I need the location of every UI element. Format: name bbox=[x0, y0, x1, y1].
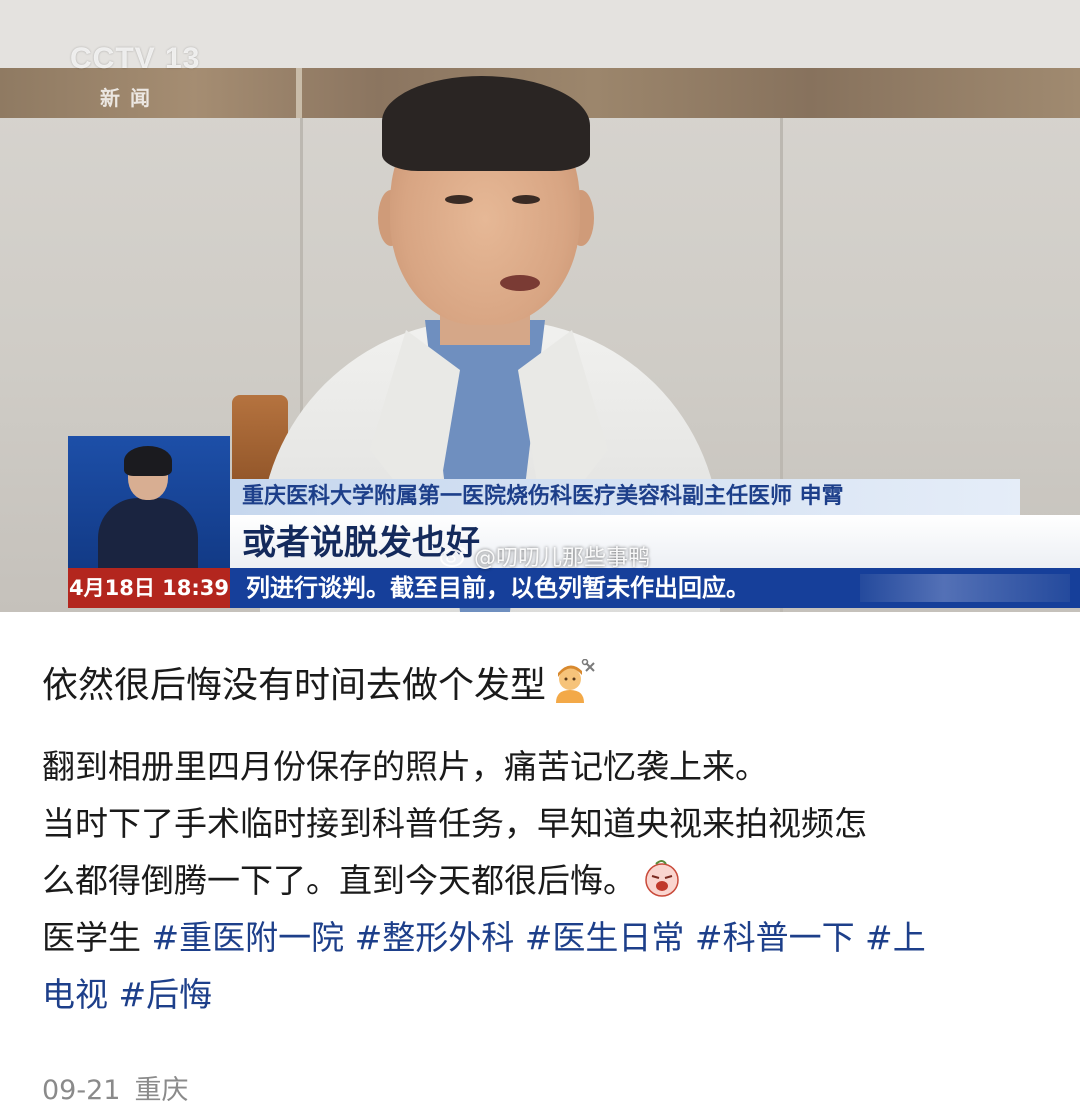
post-body-line: 翻到相册里四月份保存的照片，痛苦记忆袭上来。 bbox=[42, 747, 768, 786]
post-title-text: 依然很后悔没有时间去做个发型 bbox=[42, 665, 547, 706]
hashtag-links[interactable]: #重医附一院 #整形外科 #医生日常 #科普一下 #上 bbox=[152, 918, 926, 957]
ticker-text: 列进行谈判。截至目前，以色列暂未作出回应。 bbox=[246, 574, 750, 602]
eye-left bbox=[445, 195, 473, 204]
eye-right bbox=[512, 195, 540, 204]
post-title: 依然很后悔没有时间去做个发型 bbox=[42, 656, 596, 708]
post-location[interactable]: 重庆 bbox=[134, 1075, 188, 1106]
news-video-frame[interactable]: CCTV 13 新闻 重庆医科大学附属第一医院烧伤科医疗美容科副主任医师 申霄 … bbox=[0, 0, 1080, 612]
post-meta: 09-21 重庆 bbox=[42, 1068, 202, 1107]
ticker-timestamp: 4月18日 18:39 bbox=[68, 568, 230, 608]
post-tags-line: 电视 #后悔 bbox=[42, 966, 1042, 1023]
anchor-hair bbox=[124, 446, 172, 476]
person-getting-haircut-emoji bbox=[556, 659, 595, 703]
post-body-line: 当时下了手术临时接到科普任务，早知道央视来拍视频怎 bbox=[42, 804, 867, 843]
anchor-body bbox=[98, 498, 198, 568]
news-anchor-inset bbox=[68, 436, 230, 568]
post-body-text: 么都得倒腾一下了。直到今天都很后悔。 bbox=[42, 861, 636, 900]
watermark-text: @叨叨儿那些事鸭 bbox=[474, 546, 651, 571]
hair bbox=[382, 76, 590, 171]
weibo-icon bbox=[440, 547, 467, 567]
lower-third-name: 重庆医科大学附属第一医院烧伤科医疗美容科副主任医师 申霄 bbox=[230, 479, 1020, 515]
crying-face-emoji bbox=[645, 860, 679, 897]
ticker-decoration bbox=[860, 574, 1070, 602]
weibo-watermark: @叨叨儿那些事鸭 bbox=[440, 540, 650, 572]
post-tags-line: 医学生 #重医附一院 #整形外科 #医生日常 #科普一下 #上 bbox=[42, 909, 1042, 966]
post-body-line: 么都得倒腾一下了。直到今天都很后悔。 bbox=[42, 852, 1042, 909]
mouth bbox=[500, 275, 540, 291]
cctv-channel-name: 新闻 bbox=[100, 86, 160, 110]
post-date: 09-21 bbox=[42, 1075, 121, 1106]
post-category: 医学生 bbox=[42, 918, 152, 957]
cctv-logo: CCTV 13 bbox=[70, 42, 201, 75]
post-body: 翻到相册里四月份保存的照片，痛苦记忆袭上来。 当时下了手术临时接到科普任务，早知… bbox=[42, 738, 1042, 1023]
hashtag-links[interactable]: 电视 #后悔 bbox=[42, 975, 212, 1014]
